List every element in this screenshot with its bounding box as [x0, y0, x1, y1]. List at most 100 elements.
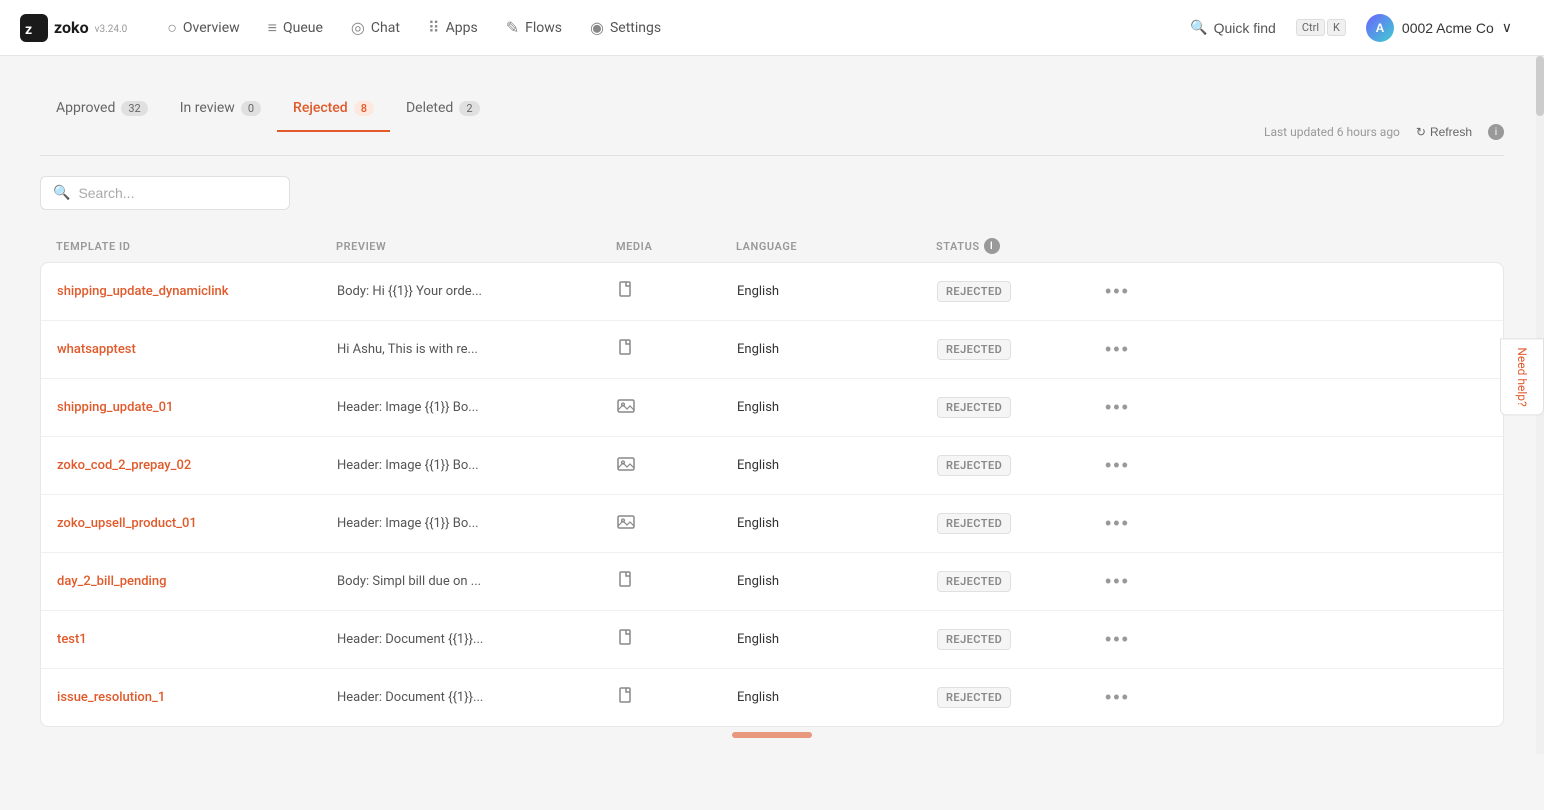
row-more-button[interactable]: •••: [1097, 393, 1138, 422]
tab-info: Last updated 6 hours ago ↻ Refresh i: [1264, 121, 1504, 155]
account-button[interactable]: A 0002 Acme Co ∨: [1354, 8, 1524, 48]
table-row[interactable]: shipping_update_01 Header: Image {{1}} B…: [41, 379, 1503, 437]
language-cell: English: [737, 574, 937, 589]
actions-cell: •••: [1097, 625, 1157, 654]
preview-cell: Header: Image {{1}} Bo...: [337, 516, 617, 531]
zoko-logo-icon: z: [20, 14, 48, 42]
table-row[interactable]: issue_resolution_1 Header: Document {{1}…: [41, 669, 1503, 726]
media-cell: [617, 687, 737, 709]
preview-cell: Header: Image {{1}} Bo...: [337, 400, 617, 415]
actions-cell: •••: [1097, 509, 1157, 538]
table-row[interactable]: day_2_bill_pending Body: Simpl bill due …: [41, 553, 1503, 611]
col-header-media: MEDIA: [616, 240, 736, 253]
table-header: TEMPLATE ID PREVIEW MEDIA LANGUAGE STATU…: [40, 230, 1504, 262]
nav-item-apps[interactable]: ⠿ Apps: [416, 12, 490, 43]
search-input[interactable]: [78, 185, 277, 201]
nav-right: 🔍 Quick find Ctrl K A 0002 Acme Co ∨: [1178, 8, 1524, 48]
table-row[interactable]: whatsapptest Hi Ashu, This is with re...…: [41, 321, 1503, 379]
nav-item-settings[interactable]: ◉ Settings: [578, 12, 673, 43]
search-wrapper: 🔍: [40, 176, 290, 210]
nav-item-apps-label: Apps: [446, 20, 478, 36]
media-cell: [617, 397, 737, 419]
logo[interactable]: z zoko v3.24.0: [20, 14, 127, 42]
tab-in-review-label: In review: [180, 100, 235, 116]
tab-deleted[interactable]: Deleted 2: [390, 88, 496, 132]
nav-item-overview-label: Overview: [183, 20, 240, 36]
table-row[interactable]: shipping_update_dynamiclink Body: Hi {{1…: [41, 263, 1503, 321]
flows-icon: ✎: [506, 18, 519, 37]
tab-approved-count: 32: [121, 101, 147, 116]
table-row[interactable]: zoko_cod_2_prepay_02 Header: Image {{1}}…: [41, 437, 1503, 495]
status-cell: REJECTED: [937, 455, 1097, 476]
preview-cell: Header: Image {{1}} Bo...: [337, 458, 617, 473]
nav-item-overview[interactable]: ○ Overview: [155, 12, 251, 44]
info-icon[interactable]: i: [1488, 124, 1504, 140]
template-id-cell: issue_resolution_1: [57, 690, 337, 705]
tab-rejected-label: Rejected: [293, 100, 348, 116]
tab-deleted-count: 2: [459, 101, 479, 116]
row-more-button[interactable]: •••: [1097, 277, 1138, 306]
media-cell: [617, 281, 737, 303]
status-cell: REJECTED: [937, 339, 1097, 360]
col-header-preview: PREVIEW: [336, 240, 616, 253]
quick-find-label: Quick find: [1214, 20, 1276, 36]
actions-cell: •••: [1097, 567, 1157, 596]
templates-table: TEMPLATE ID PREVIEW MEDIA LANGUAGE STATU…: [40, 230, 1504, 727]
row-more-button[interactable]: •••: [1097, 509, 1138, 538]
actions-cell: •••: [1097, 683, 1157, 712]
nav-item-flows[interactable]: ✎ Flows: [494, 12, 574, 43]
main-content: Approved 32 In review 0 Rejected 8 Delet…: [0, 56, 1544, 759]
status-cell: REJECTED: [937, 397, 1097, 418]
row-more-button[interactable]: •••: [1097, 625, 1138, 654]
template-id-cell: shipping_update_dynamiclink: [57, 284, 337, 299]
nav-item-settings-label: Settings: [610, 20, 661, 36]
status-info-icon[interactable]: i: [984, 238, 1000, 254]
row-more-button[interactable]: •••: [1097, 451, 1138, 480]
scrollbar-thumb[interactable]: [1536, 56, 1544, 116]
col-header-language: LANGUAGE: [736, 240, 936, 253]
settings-icon: ◉: [590, 18, 604, 37]
template-tabs: Approved 32 In review 0 Rejected 8 Delet…: [40, 88, 1264, 131]
circle-icon: ○: [167, 18, 177, 38]
status-cell: REJECTED: [937, 629, 1097, 650]
template-id-cell: test1: [57, 632, 337, 647]
svg-text:z: z: [25, 22, 32, 38]
tab-rejected[interactable]: Rejected 8: [277, 88, 390, 132]
row-more-button[interactable]: •••: [1097, 335, 1138, 364]
table-row[interactable]: test1 Header: Document {{1}}... English …: [41, 611, 1503, 669]
media-cell: [617, 339, 737, 361]
tab-in-review[interactable]: In review 0: [164, 88, 277, 132]
search-container: 🔍: [40, 176, 1504, 210]
preview-cell: Header: Document {{1}}...: [337, 632, 617, 647]
preview-cell: Hi Ashu, This is with re...: [337, 342, 617, 357]
refresh-icon: ↻: [1416, 125, 1426, 139]
status-cell: REJECTED: [937, 687, 1097, 708]
account-name: 0002 Acme Co: [1402, 20, 1494, 36]
status-cell: REJECTED: [937, 513, 1097, 534]
language-cell: English: [737, 400, 937, 415]
language-cell: English: [737, 516, 937, 531]
chevron-down-icon: ∨: [1502, 19, 1512, 36]
keyboard-shortcut: Ctrl K: [1296, 19, 1346, 36]
tab-approved[interactable]: Approved 32: [40, 88, 164, 132]
nav-item-chat[interactable]: ◎ Chat: [339, 12, 412, 43]
table-row[interactable]: zoko_upsell_product_01 Header: Image {{1…: [41, 495, 1503, 553]
k-key: K: [1327, 19, 1346, 36]
nav-item-queue-label: Queue: [283, 20, 323, 36]
nav-item-queue[interactable]: ≡ Queue: [256, 12, 335, 44]
refresh-button[interactable]: ↻ Refresh: [1408, 121, 1480, 143]
tab-approved-label: Approved: [56, 100, 115, 116]
actions-cell: •••: [1097, 277, 1157, 306]
row-more-button[interactable]: •••: [1097, 683, 1138, 712]
row-more-button[interactable]: •••: [1097, 567, 1138, 596]
logo-version: v3.24.0: [95, 24, 128, 35]
template-id-cell: shipping_update_01: [57, 400, 337, 415]
language-cell: English: [737, 284, 937, 299]
quick-find-button[interactable]: 🔍 Quick find: [1178, 13, 1288, 42]
tab-rejected-count: 8: [354, 101, 374, 116]
logo-text: zoko: [54, 18, 89, 37]
ctrl-key: Ctrl: [1296, 19, 1325, 36]
need-help-tab[interactable]: Need help?: [1500, 338, 1544, 415]
template-id-cell: day_2_bill_pending: [57, 574, 337, 589]
scroll-indicator: [732, 732, 812, 738]
